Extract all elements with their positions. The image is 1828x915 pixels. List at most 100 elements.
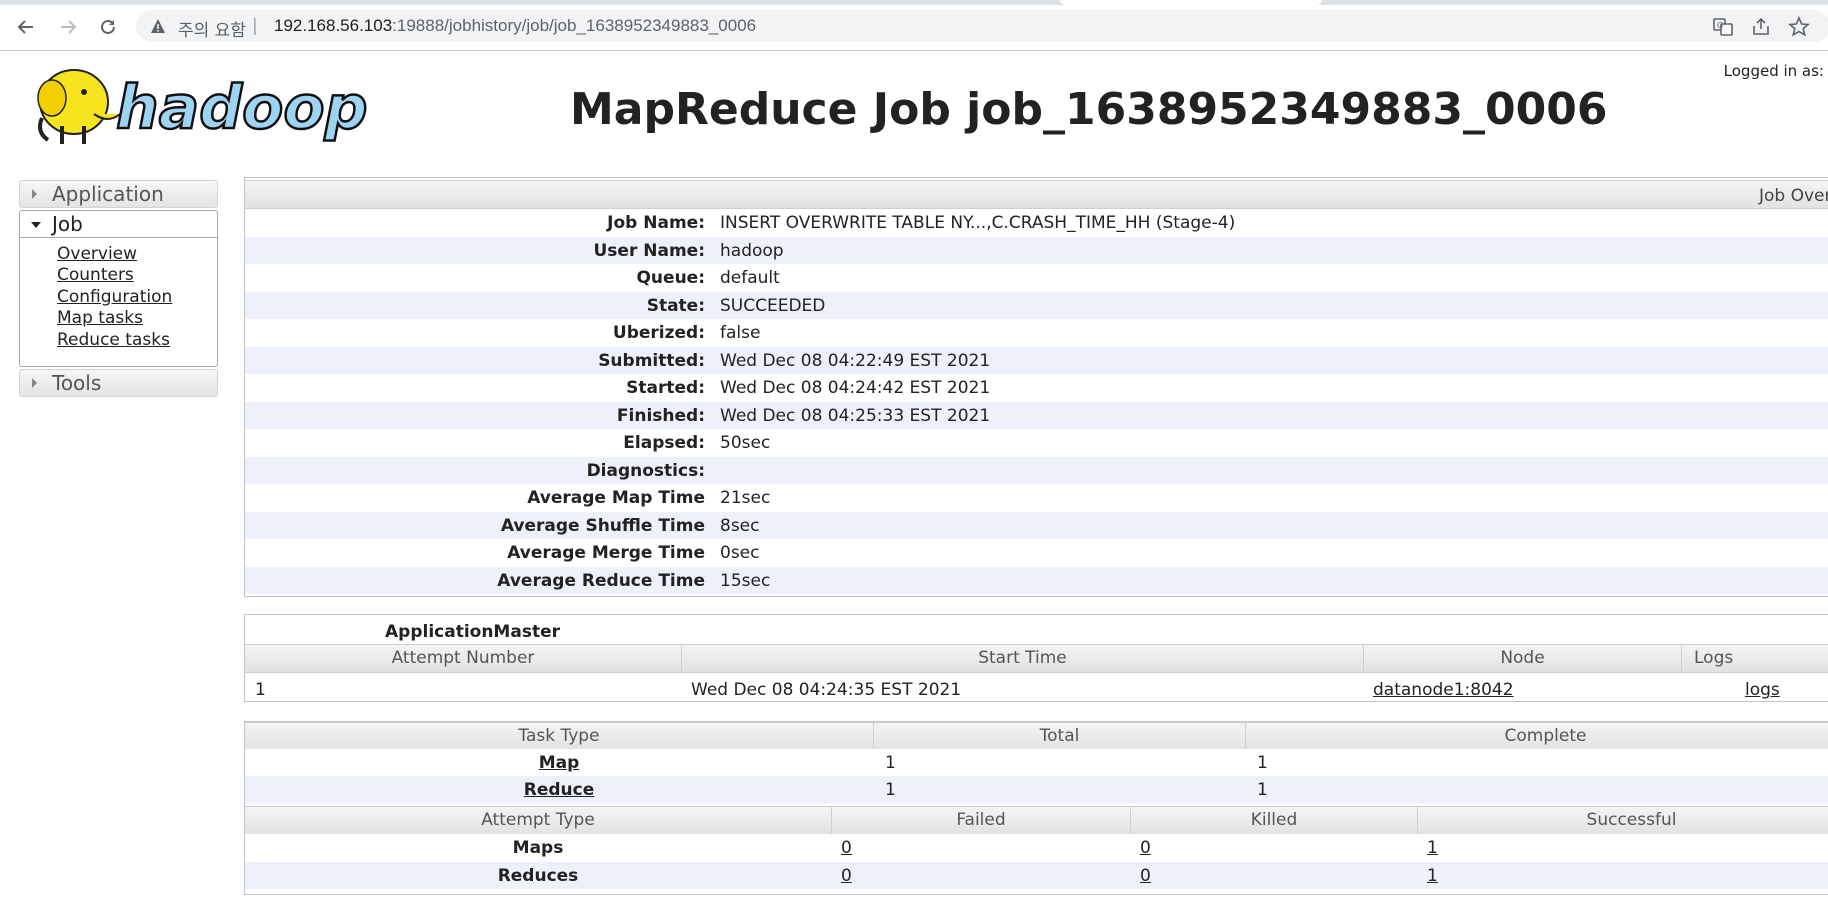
triangle-right-icon bbox=[32, 378, 37, 388]
url-text[interactable]: 192.168.56.103:19888/jobhistory/job/job_… bbox=[274, 16, 756, 36]
url-path: :19888/jobhistory/job/job_1638952349883_… bbox=[392, 16, 757, 35]
forward-button[interactable] bbox=[54, 13, 82, 41]
overview-value: 8sec bbox=[720, 515, 760, 536]
overview-value: Wed Dec 08 04:25:33 EST 2021 bbox=[720, 405, 991, 426]
overview-value: 15sec bbox=[720, 570, 771, 591]
overview-row: Submitted: Wed Dec 08 04:22:49 EST 2021 bbox=[245, 346, 1828, 374]
column-header[interactable]: Successful bbox=[1418, 807, 1828, 834]
attempt-start-time: Wed Dec 08 04:24:35 EST 2021 bbox=[691, 680, 962, 700]
reduce-complete: 1 bbox=[1257, 780, 1268, 800]
back-button[interactable] bbox=[12, 13, 40, 41]
job-overview-heading-text: Job Overview bbox=[1759, 186, 1828, 206]
attempt-row: Maps 0 0 1 bbox=[245, 834, 1828, 861]
url-separator: | bbox=[252, 16, 258, 36]
sidebar-tools-label: Tools bbox=[52, 371, 102, 395]
address-bar[interactable]: 주의 요함 | 192.168.56.103:19888/jobhistory/… bbox=[136, 10, 1828, 42]
overview-value: Wed Dec 08 04:24:42 EST 2021 bbox=[720, 378, 991, 398]
overview-key: Uberized: bbox=[612, 323, 705, 343]
reload-icon bbox=[101, 19, 115, 34]
sidebar-job-header[interactable]: Job bbox=[20, 211, 217, 238]
sidebar-link-reduce-tasks[interactable]: Reduce tasks bbox=[57, 330, 170, 350]
column-header[interactable]: Total bbox=[874, 723, 1246, 750]
overview-value: hadoop bbox=[720, 240, 784, 261]
attempt-type-header-row: Attempt Type Failed Killed Successful bbox=[245, 806, 1828, 835]
attempt-type-reduces: Reduces bbox=[497, 866, 579, 886]
task-row: Map 1 1 bbox=[245, 749, 1828, 776]
column-header[interactable]: Failed bbox=[832, 807, 1131, 834]
overview-row: Average Shuffle Time 8sec bbox=[245, 511, 1828, 539]
map-total: 1 bbox=[885, 753, 896, 773]
sidebar-job-links: Overview Counters Configuration Map task… bbox=[57, 244, 172, 351]
warning-icon bbox=[151, 19, 165, 33]
column-header[interactable]: Killed bbox=[1131, 807, 1418, 834]
bookmark-star-icon[interactable] bbox=[1788, 16, 1810, 38]
overview-key: Average Shuffle Time bbox=[500, 515, 705, 536]
reduces-successful-link[interactable]: 1 bbox=[1427, 866, 1438, 886]
reduces-failed-link[interactable]: 0 bbox=[841, 866, 852, 886]
column-header[interactable]: Start Time bbox=[682, 645, 1364, 672]
logo-text: hadoop bbox=[116, 73, 368, 143]
task-row: Reduce 1 1 bbox=[245, 776, 1828, 803]
url-host: 192.168.56.103 bbox=[274, 16, 393, 35]
overview-value: 0sec bbox=[720, 543, 760, 563]
reduce-total: 1 bbox=[885, 780, 896, 800]
overview-key: Average Reduce Time bbox=[497, 570, 705, 591]
task-type-header-row: Task Type Total Complete bbox=[245, 722, 1828, 751]
security-warning-text: 주의 요함 bbox=[178, 21, 246, 41]
job-overview-table: Job Overview Job Name: INSERT OVERWRITE T… bbox=[244, 177, 1828, 597]
job-overview-heading: Job Overview bbox=[245, 180, 1828, 209]
overview-key: Started: bbox=[626, 378, 705, 398]
tab-strip bbox=[0, 0, 1828, 5]
overview-value: 21sec bbox=[720, 488, 771, 508]
overview-value: INSERT OVERWRITE TABLE NY...,C.CRASH_TIM… bbox=[720, 213, 1236, 233]
sidebar-tools-header[interactable]: Tools bbox=[19, 369, 218, 397]
sidebar-application-header[interactable]: Application bbox=[19, 180, 218, 208]
active-tab[interactable] bbox=[1060, 0, 1322, 5]
overview-row: Started: Wed Dec 08 04:24:42 EST 2021 bbox=[245, 374, 1828, 402]
overview-key: Elapsed: bbox=[623, 433, 705, 453]
reduces-killed-link[interactable]: 0 bbox=[1140, 866, 1151, 886]
overview-row: Average Reduce Time 15sec bbox=[245, 566, 1828, 594]
maps-failed-link[interactable]: 0 bbox=[841, 838, 852, 858]
sidebar-link-counters[interactable]: Counters bbox=[57, 265, 134, 285]
overview-key: Diagnostics: bbox=[586, 460, 705, 481]
overview-row: User Name: hadoop bbox=[245, 236, 1828, 264]
node-link[interactable]: datanode1:8042 bbox=[1373, 680, 1514, 700]
share-icon[interactable] bbox=[1750, 16, 1772, 38]
overview-key: Queue: bbox=[636, 268, 705, 288]
column-header[interactable]: Attempt Type bbox=[245, 807, 832, 834]
maps-killed-link[interactable]: 0 bbox=[1140, 838, 1151, 858]
attempt-type-maps: Maps bbox=[512, 838, 564, 858]
overview-key: Job Name: bbox=[607, 213, 705, 233]
overview-row: Uberized: false bbox=[245, 319, 1828, 347]
column-header[interactable]: Node bbox=[1364, 645, 1682, 672]
overview-key: Average Merge Time bbox=[507, 543, 705, 563]
overview-row: Queue: default bbox=[245, 264, 1828, 292]
column-header[interactable]: Task Type bbox=[245, 723, 874, 750]
sidebar-link-map-tasks[interactable]: Map tasks bbox=[57, 308, 143, 328]
attempt-row: Reduces 0 0 1 bbox=[245, 862, 1828, 889]
reload-button[interactable] bbox=[94, 13, 122, 41]
overview-value: false bbox=[720, 323, 761, 343]
map-tasks-link[interactable]: Map bbox=[539, 753, 580, 773]
overview-value: default bbox=[720, 268, 780, 288]
translate-icon[interactable]: G bbox=[1712, 16, 1734, 38]
column-header[interactable]: Attempt Number bbox=[245, 645, 682, 672]
overview-row: Average Merge Time 0sec bbox=[245, 539, 1828, 567]
sidebar-link-configuration[interactable]: Configuration bbox=[57, 287, 172, 307]
column-header[interactable]: Logs bbox=[1682, 645, 1828, 672]
overview-row: Elapsed: 50sec bbox=[245, 429, 1828, 457]
reduce-tasks-link[interactable]: Reduce bbox=[524, 780, 595, 800]
logged-in-label: Logged in as: bbox=[1723, 62, 1824, 80]
column-header[interactable]: Complete bbox=[1246, 723, 1828, 750]
application-master-caption: ApplicationMaster bbox=[385, 622, 560, 642]
sidebar-job-section: Job Overview Counters Configuration Map … bbox=[19, 210, 218, 367]
logs-link[interactable]: logs bbox=[1745, 680, 1780, 700]
svg-text:G: G bbox=[1717, 21, 1723, 30]
sidebar-link-overview[interactable]: Overview bbox=[57, 244, 137, 264]
maps-successful-link[interactable]: 1 bbox=[1427, 838, 1438, 858]
overview-row: State: SUCCEEDED bbox=[245, 291, 1828, 319]
overview-key: Finished: bbox=[616, 405, 705, 426]
overview-row: Diagnostics: bbox=[245, 456, 1828, 484]
hadoop-logo: hadoop bbox=[37, 69, 369, 144]
